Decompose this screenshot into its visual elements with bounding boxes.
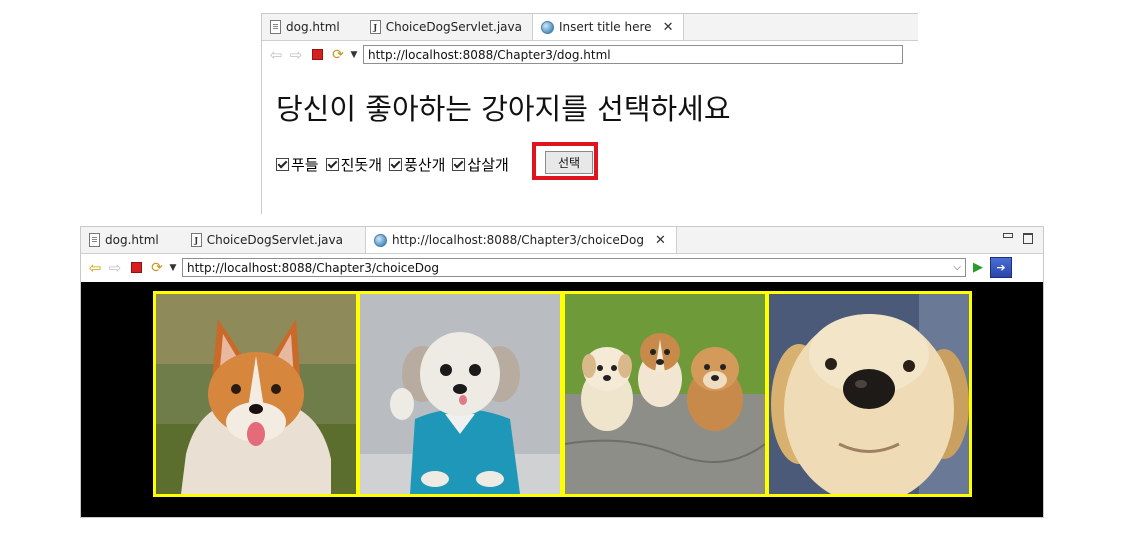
url-dropdown-icon[interactable]: ⌵ [953, 262, 965, 273]
forward-icon[interactable]: ⇨ [288, 46, 304, 64]
forward-icon[interactable]: ⇨ [107, 259, 123, 277]
three-puppies-photo [562, 291, 768, 497]
maximize-icon[interactable] [1023, 233, 1033, 244]
bottom-browser-window: dog.html J ChoiceDogServlet.java http://… [80, 226, 1044, 518]
back-icon[interactable]: ⇦ [268, 46, 284, 64]
tab-insert-title-here[interactable]: Insert title here ✕ [532, 14, 685, 40]
globe-icon [374, 233, 387, 247]
checkbox-poodle[interactable]: 푸들 [276, 154, 319, 175]
java-file-icon: J [369, 20, 381, 34]
window-controls [1003, 233, 1033, 244]
page-content: 당신이 좋아하는 강아지를 선택하세요 [276, 86, 731, 128]
close-icon[interactable]: ✕ [655, 233, 666, 248]
minimize-icon[interactable] [1003, 233, 1013, 238]
top-browser-window: dog.html J ChoiceDogServlet.java Insert … [261, 13, 918, 214]
tab-choicedogservlet-java[interactable]: J ChoiceDogServlet.java [350, 14, 532, 40]
corgi-photo [153, 291, 359, 497]
checkbox-checked-icon[interactable] [325, 158, 339, 171]
checkbox-label: 푸들 [291, 156, 319, 174]
tab-dog-html[interactable]: dog.html [262, 14, 350, 40]
checkbox-checked-icon[interactable] [452, 158, 466, 171]
chevron-down-icon[interactable]: ▼ [349, 50, 359, 60]
tab-label: ChoiceDogServlet.java [206, 233, 343, 247]
url-text: http://localhost:8088/Chapter3/dog.html [368, 47, 611, 62]
checkbox-sapsal[interactable]: 삽살개 [452, 154, 509, 175]
globe-icon [541, 20, 554, 34]
tab-choicedog[interactable]: http://localhost:8088/Chapter3/choiceDog… [365, 227, 677, 253]
result-page [81, 282, 1043, 517]
url-text: http://localhost:8088/Chapter3/choiceDog [187, 260, 439, 275]
select-submit-button[interactable]: 선택 [545, 151, 593, 174]
top-tab-bar: dog.html J ChoiceDogServlet.java Insert … [262, 14, 918, 41]
tab-label: http://localhost:8088/Chapter3/choiceDog [392, 233, 644, 247]
close-icon[interactable]: ✕ [663, 20, 674, 35]
chevron-down-icon[interactable]: ▼ [168, 263, 178, 273]
refresh-icon[interactable]: ⟳ [150, 260, 164, 276]
html-file-icon [89, 233, 100, 247]
checkbox-checked-icon[interactable] [276, 158, 289, 171]
checkbox-pungsan[interactable]: 풍산개 [389, 154, 445, 175]
tab-dog-html[interactable]: dog.html [81, 227, 169, 253]
checkbox-label: 풍산개 [404, 156, 446, 174]
stop-icon[interactable] [131, 262, 142, 273]
bottom-browser-toolbar: ⇦ ⇨ ⟳ ▼ http://localhost:8088/Chapter3/c… [81, 254, 1043, 281]
puppy-closeup-photo [766, 291, 972, 497]
checkbox-group: 푸들 진돗개 풍산개 삽살개 [276, 154, 516, 175]
checkbox-label: 진돗개 [340, 156, 383, 174]
checkbox-label: 삽살개 [467, 156, 509, 174]
bottom-tab-bar: dog.html J ChoiceDogServlet.java http://… [81, 227, 1043, 254]
refresh-icon[interactable]: ⟳ [331, 47, 345, 63]
stop-icon[interactable] [312, 49, 323, 60]
external-browser-icon[interactable]: ➔ [990, 257, 1012, 278]
top-browser-toolbar: ⇦ ⇨ ⟳ ▼ http://localhost:8088/Chapter3/d… [262, 41, 918, 68]
tab-label: ChoiceDogServlet.java [385, 20, 522, 34]
tab-label: Insert title here [559, 20, 652, 34]
tab-label: dog.html [286, 20, 340, 34]
checkbox-jindo[interactable]: 진돗개 [325, 154, 383, 175]
page-heading: 당신이 좋아하는 강아지를 선택하세요 [276, 92, 731, 126]
tab-label: dog.html [105, 233, 159, 247]
tab-choicedogservlet-java[interactable]: J ChoiceDogServlet.java [169, 227, 353, 253]
html-file-icon [270, 20, 281, 34]
white-dog-blue-shirt-photo [357, 291, 563, 497]
checkbox-checked-icon[interactable] [389, 158, 403, 171]
java-file-icon: J [190, 233, 202, 247]
back-icon[interactable]: ⇦ [87, 259, 103, 277]
url-field[interactable]: http://localhost:8088/Chapter3/choiceDog… [182, 258, 966, 277]
url-field[interactable]: http://localhost:8088/Chapter3/dog.html [363, 45, 903, 64]
go-icon[interactable]: ▶ [970, 260, 986, 275]
